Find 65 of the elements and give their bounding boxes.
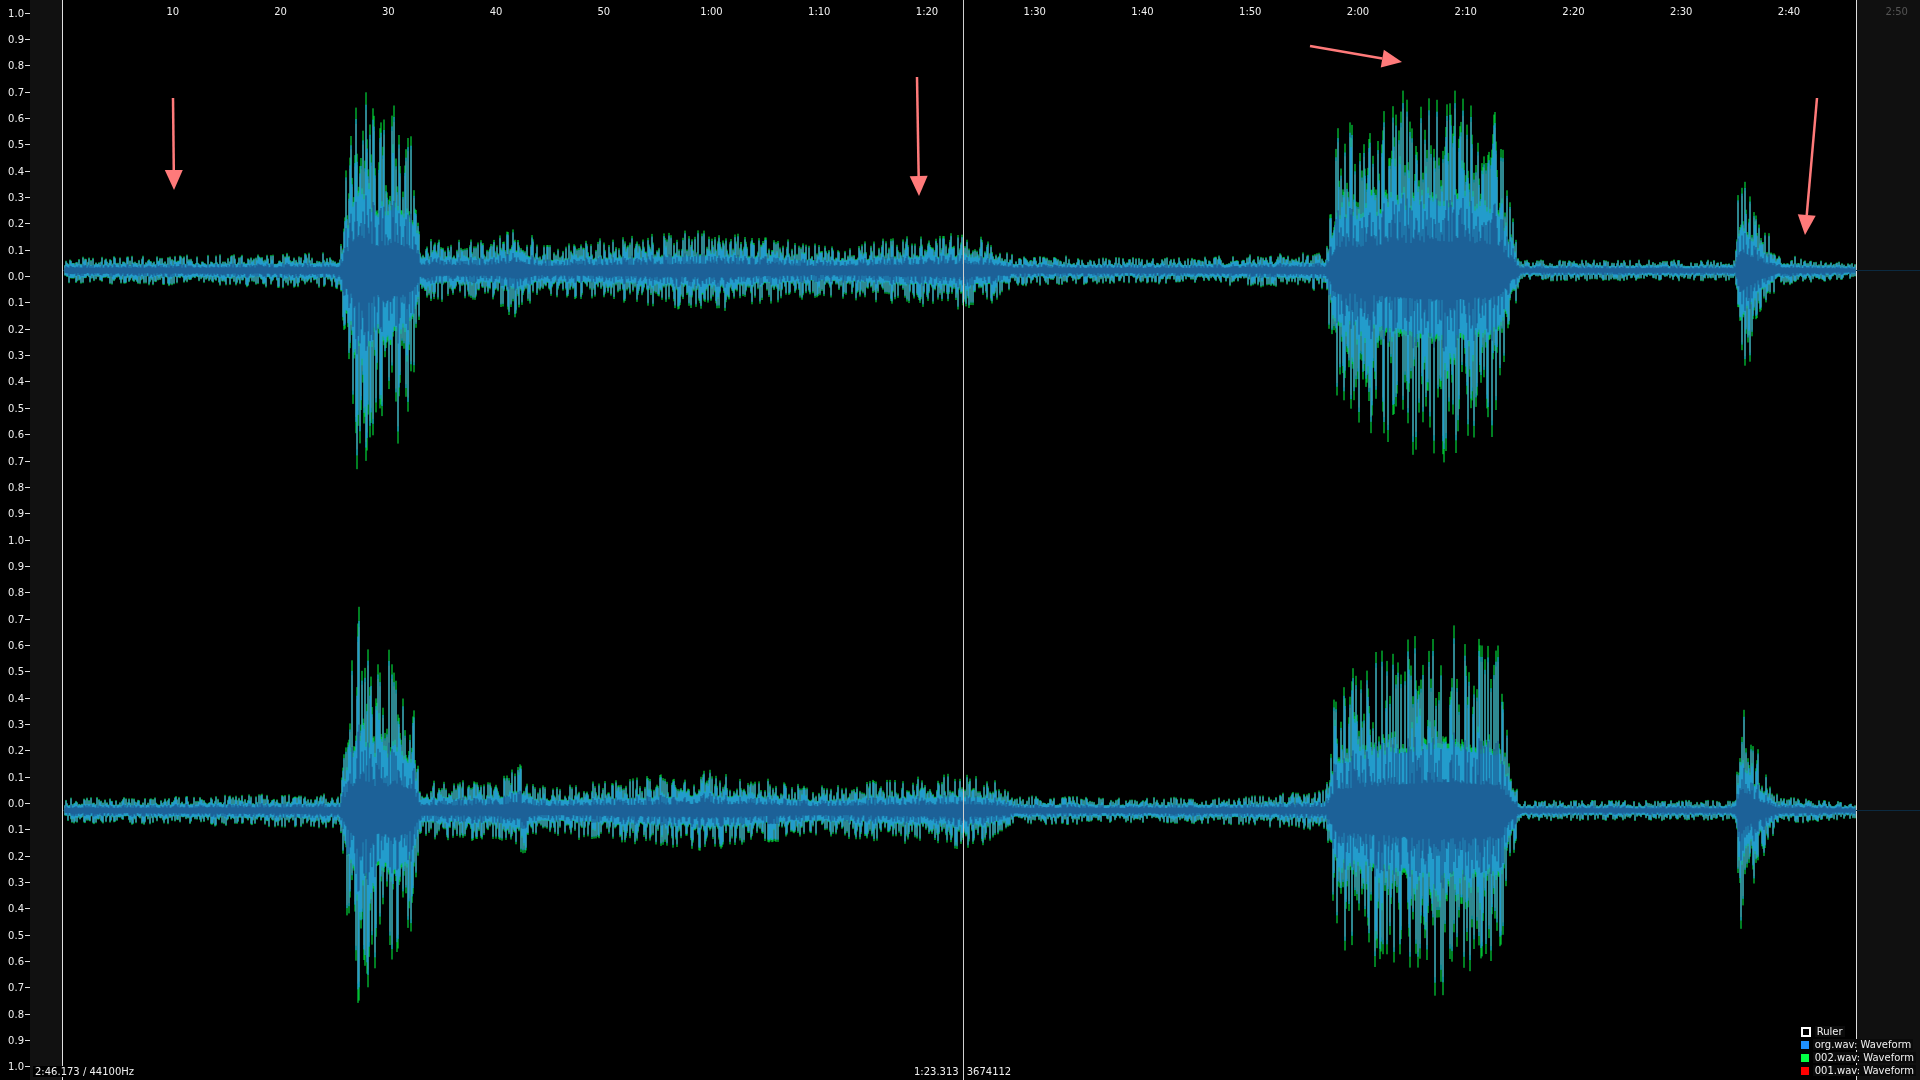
axis-label: 0.6	[8, 956, 24, 968]
axis-label: 0.3	[8, 350, 24, 362]
axis-label: 1.0	[8, 1061, 24, 1073]
axis-label: 0.3	[8, 877, 24, 888]
axis-label: 0.2	[8, 745, 24, 757]
axis-label: 0.9	[8, 508, 24, 520]
axis-label: 0.1	[8, 771, 24, 783]
duration-text: 2:46.173 / 44100Hz	[33, 1066, 137, 1077]
time-label: 1:00	[700, 6, 723, 17]
axis-label: 0.1	[8, 297, 24, 309]
legend-label: 002.wav: Waveform	[1812, 1052, 1916, 1063]
legend-label: Ruler	[1814, 1026, 1845, 1037]
time-label: 2:10	[1454, 6, 1477, 17]
time-label: 50	[597, 6, 611, 17]
cursor-time: 1:23.313	[913, 1066, 959, 1077]
axis-label: 0.7	[8, 455, 24, 467]
time-label: 10	[166, 6, 180, 17]
time-label: 1:20	[915, 6, 939, 17]
axis-label: 0.1	[8, 244, 24, 256]
axis-label: 1.0	[8, 7, 24, 19]
axis-label: 1.0	[8, 534, 24, 546]
axis-label: 0.8	[8, 481, 24, 493]
axis-label: 0.9	[8, 1035, 24, 1047]
time-label: 1:30	[1023, 6, 1046, 17]
axis-label: 0.4	[8, 165, 24, 177]
axis-label: 0.5	[8, 929, 24, 941]
time-label: 1:10	[808, 6, 831, 17]
axis-label: 0.2	[8, 850, 24, 862]
axis-label: 0.6	[8, 429, 24, 441]
axis-label: 0.2	[8, 218, 24, 230]
axis-label: 0.3	[8, 718, 24, 730]
time-label: 2:50	[1885, 6, 1908, 17]
axis-label: 0.3	[8, 192, 24, 204]
axis-label: 0.5	[8, 139, 24, 151]
axis-label: 0.2	[8, 323, 24, 335]
time-label: 20	[274, 6, 287, 17]
legend-label: 001.wav: Waveform	[1812, 1065, 1916, 1076]
time-label: 1:50	[1239, 6, 1262, 17]
time-label: 2:30	[1670, 6, 1693, 17]
axis-label: 0.5	[8, 666, 24, 678]
axis-label: 0.8	[8, 1008, 24, 1020]
axis-label: 0.6	[8, 113, 24, 125]
axis-label: 0.4	[8, 376, 24, 388]
axis-label: 0.7	[8, 86, 24, 98]
cursor-sample: 3674112	[966, 1066, 1012, 1077]
time-label: 2:00	[1346, 6, 1370, 17]
legend-label: org.wav: Waveform	[1812, 1039, 1914, 1050]
axis-label: 0.7	[8, 982, 24, 994]
axis-label: 0.8	[8, 587, 24, 599]
axis-label: 0.6	[8, 639, 24, 651]
time-label: 40	[489, 6, 503, 17]
time-label: 2:20	[1562, 6, 1585, 17]
axis-label: 0.1	[8, 824, 24, 836]
time-label: 30	[381, 6, 395, 17]
axis-label: 0.7	[8, 613, 24, 625]
axis-label: 0.5	[8, 402, 24, 414]
axis-label: 0.9	[8, 34, 24, 45]
time-label: 2:40	[1777, 6, 1801, 17]
axis-label: 0.8	[8, 60, 24, 72]
axis-label: 0.4	[8, 692, 24, 704]
axis-label: 0.9	[8, 560, 24, 572]
time-label: 1:40	[1131, 6, 1154, 17]
axis-label: 0.0	[8, 798, 24, 809]
axis-label: 0.0	[8, 271, 24, 283]
axis-label: 0.4	[8, 903, 24, 915]
